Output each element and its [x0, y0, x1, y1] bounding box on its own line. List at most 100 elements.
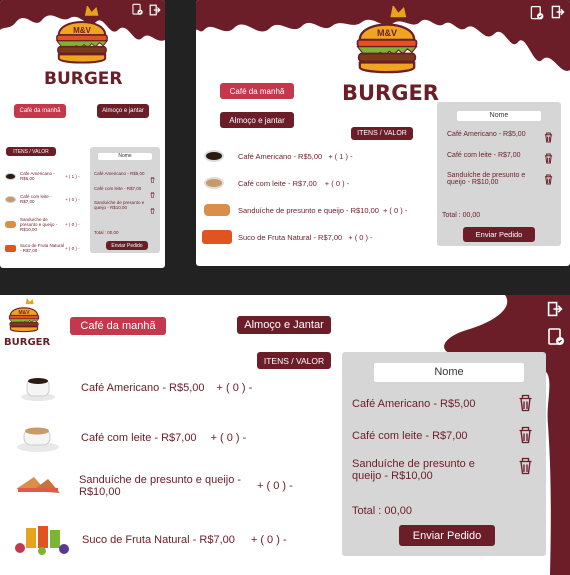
trash-icon[interactable]	[518, 394, 533, 417]
items-value-button[interactable]: ITENS / VALOR	[257, 352, 331, 369]
item-name: Cafe Americano - R$5,00	[20, 171, 55, 181]
sandwich-icon	[5, 221, 16, 228]
trash-icon[interactable]	[544, 172, 553, 190]
trash-icon[interactable]	[518, 457, 533, 480]
item-name: Sanduíche de presunto e queijo - R$10,00	[79, 474, 242, 498]
brand-wordmark: BURGER	[44, 69, 123, 89]
item-name: Suco de Fruta Natural - R$7,00	[238, 232, 343, 242]
tablet-view: BURGER M&V Café da manhã Almoço e jantar…	[196, 0, 570, 266]
fruit-juice-icon	[15, 526, 69, 555]
quantity-stepper[interactable]: + ( 1 ) -	[328, 152, 352, 161]
lunch-dinner-button[interactable]: Almoço e Jantar	[237, 316, 331, 334]
quantity-stepper[interactable]: + ( 0 ) -	[325, 179, 349, 188]
breakfast-button[interactable]: Café da manhã	[14, 104, 66, 118]
cart-item: Café com leite - R$7,00	[352, 430, 468, 442]
order-total: Total : 00,00	[94, 230, 119, 235]
cart-item: Café Americano - R$5,00	[352, 398, 476, 410]
list-item: Sanduíche de presunto e queijo - R$10,00…	[204, 204, 407, 216]
mobile-view: BURGER M&V Café da manhã Almoço e jantar…	[0, 0, 165, 268]
brand-wordmark: BURGER	[4, 337, 51, 348]
quantity-stepper[interactable]: + ( 0 ) -	[383, 206, 407, 215]
breakfast-button[interactable]: Café da manhã	[220, 83, 294, 99]
order-history-icon[interactable]	[529, 5, 545, 26]
burger-logo-icon	[8, 298, 40, 333]
brand-wordmark: BURGER	[342, 81, 439, 105]
coffee-cup-icon	[204, 150, 224, 162]
latte-cup-icon	[5, 195, 16, 203]
send-order-button[interactable]: Enviar Pedido	[106, 241, 148, 250]
order-history-icon[interactable]	[546, 327, 566, 352]
order-panel: Nome Café Americano - R$5,00 Café com le…	[342, 352, 546, 556]
trash-icon[interactable]	[544, 151, 553, 169]
sandwich-icon	[204, 204, 230, 216]
coffee-cup-icon	[21, 378, 55, 401]
sandwich-icon	[16, 477, 60, 493]
trash-icon[interactable]	[150, 201, 155, 219]
list-item: Café com leite - R$7,00 + ( 0 ) -	[204, 177, 349, 189]
logo: BURGER M&V	[44, 4, 123, 89]
burger-logo-icon	[55, 6, 109, 64]
cart-item: Café Americano - R$5,00	[447, 131, 526, 138]
item-name: Sanduíche de presunto e queijo - R$10,00	[20, 217, 58, 232]
quantity-stepper[interactable]: + ( 0 ) -	[65, 222, 80, 227]
item-name: Café Americano - R$5,00	[238, 151, 323, 161]
list-item: Suco de Fruta Natural - R$7,00 + ( 0 ) -	[202, 230, 373, 244]
quantity-stepper[interactable]: + ( 0 ) -	[65, 197, 80, 202]
list-item: Café com leite - R$7,00 + ( 0 ) -	[5, 194, 80, 204]
quantity-stepper[interactable]: + ( 0 ) -	[211, 432, 247, 444]
logout-icon[interactable]	[149, 3, 161, 21]
order-panel: Nome Café Americano - R$5,00 Café com le…	[437, 102, 561, 246]
lunch-dinner-button[interactable]: Almoço e jantar	[97, 104, 149, 118]
quantity-stepper[interactable]: + ( 0 ) -	[348, 233, 372, 242]
logo-badge: M&V	[377, 28, 397, 38]
trash-icon[interactable]	[544, 130, 553, 148]
list-item: Suco de Fruta Natural - R$7,00 + ( 0 ) -	[5, 243, 80, 253]
cart-item: Café com leite - R$7,00	[447, 152, 521, 159]
breakfast-button[interactable]: Café da manhã	[70, 317, 166, 335]
latte-cup-icon	[204, 177, 224, 189]
logo: BURGER M&V	[342, 2, 439, 105]
quantity-stepper[interactable]: + ( 1 ) -	[65, 174, 80, 179]
logout-icon[interactable]	[547, 301, 563, 322]
order-panel: Nome Café Americano - R$5,00 Café com le…	[90, 147, 160, 253]
item-name: Café com leite - R$7,00	[238, 178, 317, 188]
list-item: Café Americano - R$5,00 + ( 1 ) -	[204, 150, 353, 162]
logout-icon[interactable]	[551, 5, 565, 24]
quantity-stepper[interactable]: + ( 0 ) -	[257, 480, 293, 492]
lunch-dinner-button[interactable]: Almoço e jantar	[220, 112, 294, 128]
burger-logo-icon	[356, 5, 418, 74]
item-name: Café com leite - R$7,00	[81, 432, 197, 444]
list-item: Suco de Fruta Natural - R$7,00 + ( 0 ) -	[12, 523, 287, 557]
order-history-icon[interactable]	[131, 3, 144, 21]
cart-item: Café com leite - R$7,00	[94, 186, 142, 191]
list-item: Sanduíche de presunto e queijo - R$10,00…	[5, 217, 80, 232]
logo: BURGER M&V	[4, 297, 51, 348]
item-name: Suco de Fruta Natural - R$7,00	[82, 534, 235, 546]
quantity-stepper[interactable]: + ( 0 ) -	[217, 382, 253, 394]
list-item: Café com leite - R$7,00 + ( 0 ) -	[16, 421, 246, 455]
send-order-button[interactable]: Enviar Pedido	[463, 227, 535, 242]
send-order-button[interactable]: Enviar Pedido	[399, 525, 495, 546]
items-value-button[interactable]: ITENS / VALOR	[6, 147, 56, 156]
latte-cup-icon	[17, 427, 59, 452]
list-item: Cafe Americano - R$5,00 + ( 1 ) -	[5, 171, 80, 181]
logo-badge: M&V	[18, 310, 30, 316]
list-item: Café Americano - R$5,00 + ( 0 ) -	[20, 371, 252, 405]
logo-badge: M&V	[73, 26, 91, 35]
customer-name-input[interactable]: Nome	[457, 111, 541, 121]
customer-name-input[interactable]: Nome	[98, 153, 152, 160]
quantity-stepper[interactable]: + ( 0 ) -	[251, 534, 287, 546]
item-name: Café com leite - R$7,00	[20, 194, 52, 204]
coffee-cup-icon	[5, 172, 16, 180]
items-value-button[interactable]: ITENS / VALOR	[351, 127, 413, 140]
quantity-stepper[interactable]: + ( 0 ) -	[65, 246, 80, 251]
cart-item: Sanduíche de presunto e queijo - R$10,00	[352, 458, 475, 482]
customer-name-input[interactable]: Nome	[374, 363, 524, 382]
cart-item: Café Americano - R$5,00	[94, 171, 145, 176]
order-total: Total : 00,00	[442, 212, 481, 219]
cart-item: Sanduíche de presunto e queijo - R$10,00	[94, 200, 145, 210]
fruit-juice-icon	[202, 230, 232, 244]
trash-icon[interactable]	[518, 426, 533, 449]
desktop-view: BURGER M&V Café da manhã Almoço e Jantar…	[0, 295, 570, 575]
item-name: Suco de Fruta Natural - R$7,00	[20, 243, 65, 253]
